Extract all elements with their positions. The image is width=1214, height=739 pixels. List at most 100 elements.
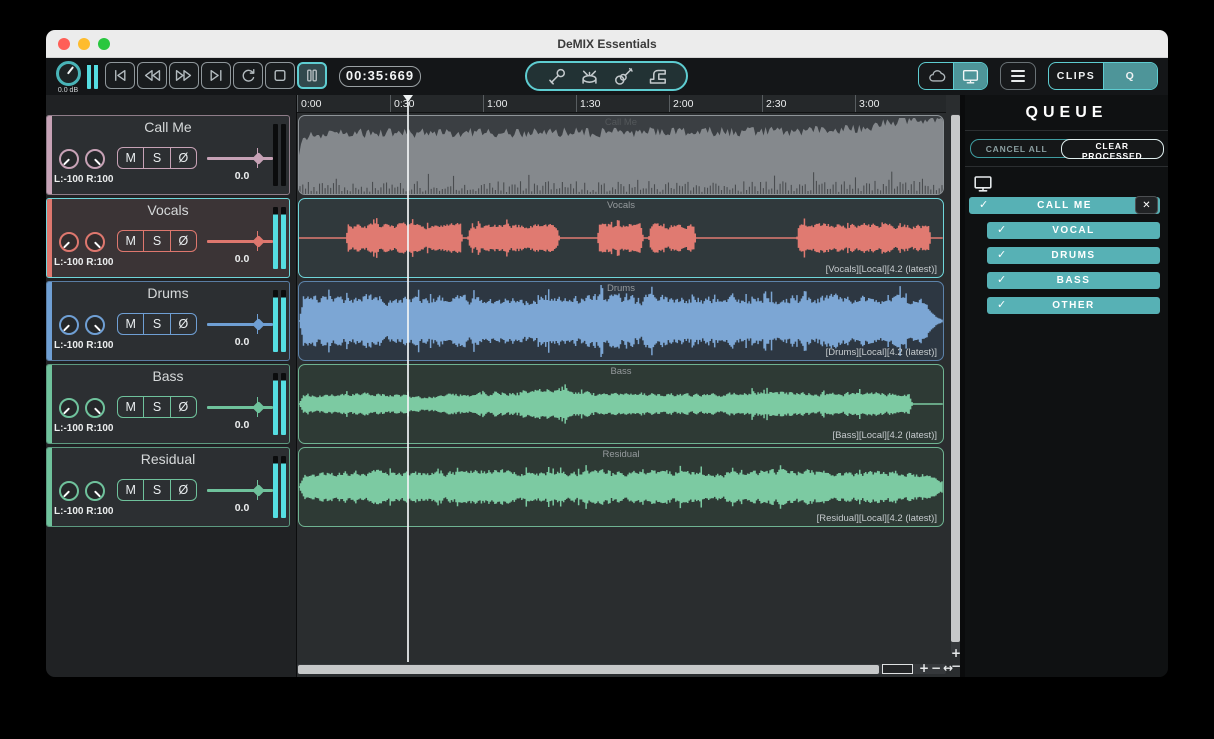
toolbar: 0.0 dB 00:35:669 CLIPS Q <box>46 58 1168 95</box>
phase-invert-button[interactable]: Ø <box>169 480 196 500</box>
queue-job-label: BASS <box>1056 275 1091 286</box>
track-header-residual[interactable]: Residual L:-100 R:100 M S Ø 0.0 <box>46 447 290 527</box>
slider-handle[interactable] <box>251 400 265 414</box>
h-zoom-out-button[interactable]: − <box>931 661 941 675</box>
track-level-meter <box>273 290 286 352</box>
horizontal-scrollbar[interactable]: + − ↔ <box>297 661 953 675</box>
mute-button[interactable]: M <box>118 397 143 417</box>
track-title: Residual <box>140 451 196 467</box>
gain-slider[interactable] <box>207 314 273 334</box>
slider-handle[interactable] <box>251 317 265 331</box>
phase-invert-button[interactable]: Ø <box>169 231 196 251</box>
clip-vocals[interactable]: Vocals [Vocals][Local][4.2 (latest)] <box>298 198 944 278</box>
queue-job-drums[interactable]: ✓ DRUMS <box>987 247 1160 264</box>
track-header-bass[interactable]: Bass L:-100 R:100 M S Ø 0.0 <box>46 364 290 444</box>
ruler-tick: 0:30 <box>390 95 414 112</box>
horizontal-zoom-range-box[interactable] <box>882 664 913 674</box>
solo-button[interactable]: S <box>143 314 169 334</box>
vertical-scroll-thumb[interactable] <box>951 115 960 642</box>
queue-job-vocal[interactable]: ✓ VOCAL <box>987 222 1160 239</box>
pan-left-knob[interactable] <box>59 481 79 501</box>
solo-button[interactable]: S <box>143 231 169 251</box>
pan-range-label: L:-100 R:100 <box>54 506 114 517</box>
slider-handle[interactable] <box>251 151 265 165</box>
track-buttons: MSØ <box>117 479 197 501</box>
stop-button[interactable] <box>265 62 295 89</box>
menu-button[interactable] <box>1000 62 1036 90</box>
slider-handle[interactable] <box>251 234 265 248</box>
track-header-call-me[interactable]: Call Me L:-100 R:100 M S Ø 0.0 <box>46 115 290 195</box>
instrument-filter-pill[interactable] <box>525 61 688 91</box>
vertical-scrollbar[interactable] <box>951 114 960 654</box>
slider-handle[interactable] <box>251 483 265 497</box>
rewind-button[interactable] <box>137 62 167 89</box>
queue-actions: CANCEL ALL CLEAR PROCESSED <box>970 138 1164 161</box>
loop-button[interactable] <box>233 62 263 89</box>
guitar-icon <box>615 67 633 85</box>
clip-call-me[interactable]: Call Me <box>298 115 944 195</box>
track-headers-panel: Call Me L:-100 R:100 M S Ø 0.0 Vocals L:-100 R:… <box>46 95 296 677</box>
pan-right-knob[interactable] <box>85 315 105 335</box>
solo-button[interactable]: S <box>143 397 169 417</box>
solo-button[interactable]: S <box>143 148 169 168</box>
monitor-icon <box>974 176 992 192</box>
pan-left-knob[interactable] <box>59 232 79 252</box>
solo-button[interactable]: S <box>143 480 169 500</box>
track-header-vocals[interactable]: Vocals L:-100 R:100 M S Ø 0.0 <box>46 198 290 278</box>
fast-forward-button[interactable] <box>169 62 199 89</box>
mute-button[interactable]: M <box>118 314 143 334</box>
clip-title: Drums <box>607 283 635 294</box>
gain-value-label: 0.0 <box>234 253 250 265</box>
pan-right-knob[interactable] <box>85 398 105 418</box>
track-header-drums[interactable]: Drums L:-100 R:100 M S Ø 0.0 <box>46 281 290 361</box>
knob-pointer <box>62 158 71 166</box>
clip-residual[interactable]: Residual [Residual][Local][4.2 (latest)] <box>298 447 944 527</box>
gain-slider[interactable] <box>207 397 273 417</box>
h-zoom-in-button[interactable]: + <box>919 661 929 675</box>
mute-button[interactable]: M <box>118 148 143 168</box>
pan-right-knob[interactable] <box>85 232 105 252</box>
time-display[interactable]: 00:35:669 <box>339 66 421 87</box>
clear-processed-button[interactable]: CLEAR PROCESSED <box>1060 138 1164 161</box>
pan-left-knob[interactable] <box>59 398 79 418</box>
pan-left-knob[interactable] <box>59 315 79 335</box>
clip-bass[interactable]: Bass [Bass][Local][4.2 (latest)] <box>298 364 944 444</box>
timeline-ruler[interactable]: 0:000:301:001:302:002:303:003 <box>297 95 946 113</box>
clips-tab-button[interactable]: CLIPS <box>1049 63 1103 89</box>
skip-to-end-button[interactable] <box>201 62 231 89</box>
queue-job-bass[interactable]: ✓ BASS <box>987 272 1160 289</box>
clip-title: Bass <box>610 366 632 377</box>
phase-invert-button[interactable]: Ø <box>169 397 196 417</box>
local-processing-button[interactable] <box>953 63 987 89</box>
remove-job-button[interactable]: ✕ <box>1135 196 1158 214</box>
queue-tab-button[interactable]: Q <box>1103 63 1157 89</box>
gain-slider[interactable] <box>207 148 273 168</box>
v-zoom-in-button[interactable]: + <box>949 646 960 660</box>
phase-invert-button[interactable]: Ø <box>169 314 196 334</box>
queue-job-other[interactable]: ✓ OTHER <box>987 297 1160 314</box>
loop-icon <box>242 68 255 82</box>
pause-button[interactable] <box>297 62 327 89</box>
pan-right-knob[interactable] <box>85 149 105 169</box>
queue-job-label: CALL ME <box>1037 200 1092 211</box>
queue-job-call-me[interactable]: ✓ CALL ME ✕ <box>969 196 1160 214</box>
cloud-processing-button[interactable] <box>919 63 953 89</box>
phase-invert-button[interactable]: Ø <box>169 148 196 168</box>
clip-drums[interactable]: Drums [Drums][Local][4.2 (latest)] <box>298 281 944 361</box>
master-volume-knob[interactable] <box>55 61 81 86</box>
pan-range-label: L:-100 R:100 <box>54 257 114 268</box>
track-title: Bass <box>152 368 184 384</box>
v-zoom-out-button[interactable]: − <box>949 659 960 673</box>
skip-to-start-button[interactable] <box>105 62 135 89</box>
pan-left-knob[interactable] <box>59 149 79 169</box>
mute-button[interactable]: M <box>118 480 143 500</box>
mute-button[interactable]: M <box>118 231 143 251</box>
pan-right-knob[interactable] <box>85 481 105 501</box>
ruler-tick: 0:00 <box>297 95 321 112</box>
clip-info-label: [Drums][Local][4.2 (latest)] <box>825 347 937 358</box>
gain-slider[interactable] <box>207 480 273 500</box>
cancel-all-button[interactable]: CANCEL ALL <box>971 140 1062 157</box>
master-level-meter <box>87 62 98 89</box>
gain-slider[interactable] <box>207 231 273 251</box>
horizontal-scroll-thumb[interactable] <box>298 664 879 674</box>
